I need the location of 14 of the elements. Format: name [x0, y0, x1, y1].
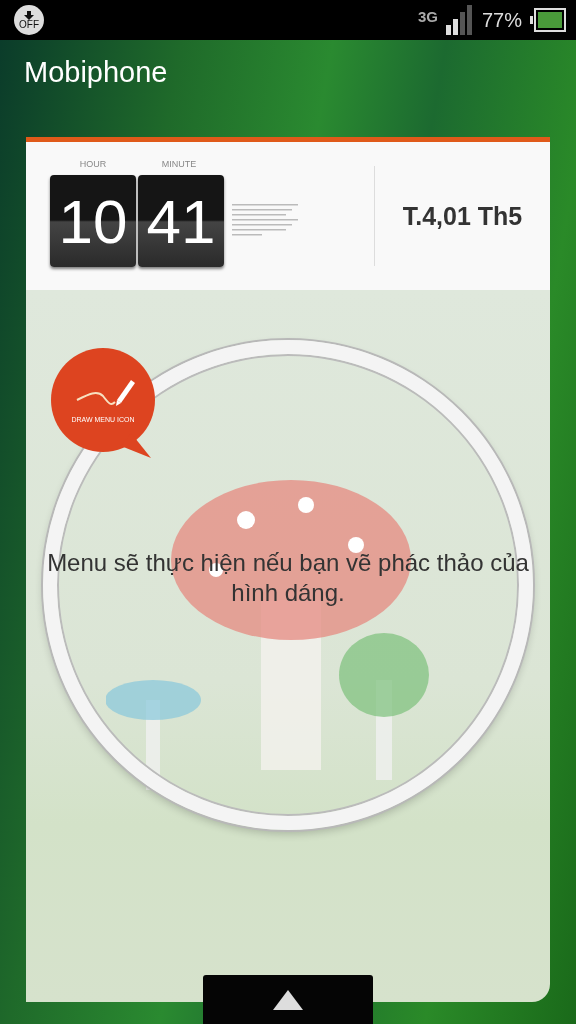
signal-icon — [445, 5, 474, 35]
drawer-handle[interactable] — [203, 975, 373, 1024]
usb-debugging-badge: OFF — [14, 5, 44, 35]
minute-label: MINUTE — [160, 159, 198, 169]
app-title: Mobiphone — [24, 56, 168, 89]
battery-percent: 77% — [481, 8, 522, 32]
battery-icon — [530, 8, 566, 32]
network-type: 3G — [417, 8, 438, 25]
instruction-text: Menu sẽ thực hiện nếu bạn vẽ phác thảo của hình dáng. — [46, 548, 530, 608]
hour-label: HOUR — [78, 159, 108, 169]
date-text: T.4,01 Th5 — [402, 201, 523, 231]
minute-digits: 41 — [138, 175, 224, 267]
hour-digits: 10 — [50, 175, 136, 267]
up-triangle-icon — [273, 989, 303, 1010]
